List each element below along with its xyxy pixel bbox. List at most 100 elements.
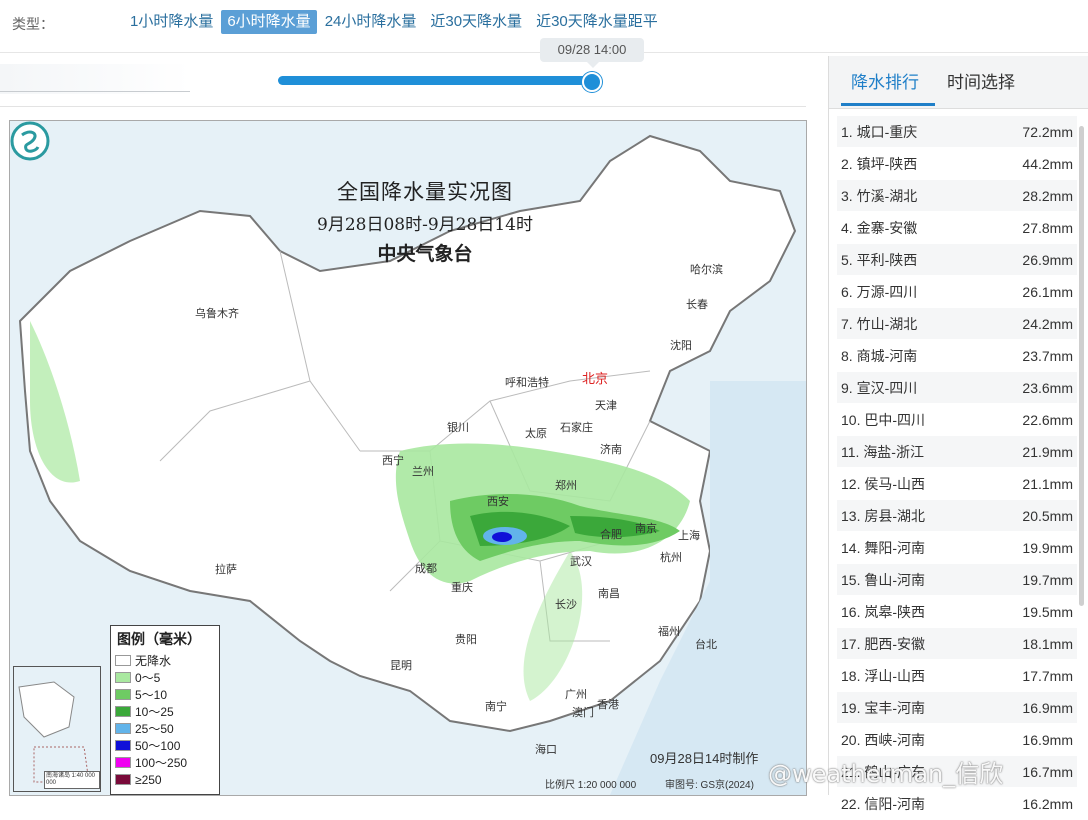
tab-precip-ranking[interactable]: 降水排行	[851, 68, 919, 93]
city-label: 重庆	[451, 582, 473, 594]
city-label: 杭州	[660, 552, 682, 564]
ranking-row[interactable]: 8. 商城-河南 23.7mm	[837, 340, 1077, 372]
station-name: 14. 舞阳-河南	[841, 539, 926, 556]
cma-logo	[10, 121, 50, 161]
station-name: 9. 宣汉-四川	[841, 379, 918, 396]
city-label: 南昌	[598, 588, 620, 600]
map-made-time: 09月28日14时制作	[650, 751, 759, 766]
legend-item: 5～10	[111, 686, 219, 703]
precip-value: 21.1mm	[1022, 475, 1073, 492]
legend-item: ≥250	[111, 771, 219, 788]
city-label: 武汉	[570, 556, 592, 568]
ranking-list: 1. 城口-重庆 72.2mm 2. 镇坪-陕西 44.2mm 3. 竹溪-湖北 28.2…	[837, 116, 1077, 820]
map-organization: 中央气象台	[377, 243, 473, 265]
station-name: 4. 金寨-安徽	[841, 219, 918, 236]
city-label: 海口	[535, 744, 557, 756]
ranking-row[interactable]: 12. 侯马-山西 21.1mm	[837, 468, 1077, 500]
tab-time-select[interactable]: 时间选择	[947, 68, 1015, 93]
city-label: 长沙	[555, 599, 577, 611]
time-slider-handle[interactable]	[582, 72, 602, 92]
station-name: 13. 房县-湖北	[841, 507, 926, 524]
ranking-row[interactable]: 19. 宝丰-河南 16.9mm	[837, 692, 1077, 724]
precip-value: 23.6mm	[1022, 379, 1073, 396]
station-name: 22. 信阳-河南	[841, 795, 926, 812]
city-label: 沈阳	[670, 340, 692, 352]
ranking-row[interactable]: 17. 肥西-安徽 18.1mm	[837, 628, 1077, 660]
time-slider-track[interactable]	[278, 76, 592, 85]
ranking-row[interactable]: 15. 鲁山-河南 19.7mm	[837, 564, 1077, 596]
precip-value: 19.9mm	[1022, 539, 1073, 556]
divider	[0, 106, 806, 107]
map-time-range: 9月28日08时-9月28日14时	[317, 215, 533, 235]
city-label: 上海	[678, 530, 700, 542]
precip-value: 19.7mm	[1022, 571, 1073, 588]
station-name: 15. 鲁山-河南	[841, 571, 926, 588]
ranking-row[interactable]: 14. 舞阳-河南 19.9mm	[837, 532, 1077, 564]
city-label: 呼和浩特	[505, 377, 549, 389]
tab-6h-precip[interactable]: 6小时降水量	[221, 10, 317, 34]
precip-value: 18.1mm	[1022, 635, 1073, 652]
type-tabs: 1小时降水量 6小时降水量 24小时降水量 近30天降水量 近30天降水量距平	[124, 10, 666, 34]
city-label: 哈尔滨	[690, 264, 723, 276]
ranking-row[interactable]: 20. 西峡-河南 16.9mm	[837, 724, 1077, 756]
station-name: 5. 平利-陕西	[841, 251, 918, 268]
ranking-panel: 降水排行 时间选择 1. 城口-重庆 72.2mm 2. 镇坪-陕西 44.2mm 3.…	[828, 56, 1088, 820]
capital-label: 北京	[582, 371, 609, 386]
ranking-row[interactable]: 2. 镇坪-陕西 44.2mm	[837, 148, 1077, 180]
time-slider[interactable]	[278, 72, 602, 92]
legend-item: 50～100	[111, 737, 219, 754]
timeline-left-area	[0, 64, 190, 94]
city-label: 石家庄	[560, 422, 593, 434]
precipitation-map[interactable]: 全国降水量实况图 9月28日08时-9月28日14时 中央气象台 乌鲁木齐 哈尔…	[9, 120, 807, 796]
ranking-row[interactable]: 3. 竹溪-湖北 28.2mm	[837, 180, 1077, 212]
tab-30d-anomaly[interactable]: 近30天降水量距平	[530, 10, 664, 34]
ranking-row[interactable]: 13. 房县-湖北 20.5mm	[837, 500, 1077, 532]
station-name: 6. 万源-四川	[841, 283, 918, 300]
precip-value: 23.7mm	[1022, 347, 1073, 364]
ranking-row[interactable]: 4. 金寨-安徽 27.8mm	[837, 212, 1077, 244]
ranking-row[interactable]: 16. 岚皋-陕西 19.5mm	[837, 596, 1077, 628]
precip-value: 17.7mm	[1022, 667, 1073, 684]
active-tab-indicator	[841, 103, 935, 106]
city-label: 成都	[415, 563, 437, 575]
legend-title: 图例（毫米）	[117, 632, 201, 648]
ranking-row[interactable]: 6. 万源-四川 26.1mm	[837, 276, 1077, 308]
city-label: 太原	[525, 428, 547, 440]
station-name: 16. 岚皋-陕西	[841, 603, 926, 620]
ranking-row[interactable]: 22. 信阳-河南 16.2mm	[837, 788, 1077, 820]
precip-value: 26.1mm	[1022, 283, 1073, 300]
ranking-row[interactable]: 1. 城口-重庆 72.2mm	[837, 116, 1077, 148]
city-label: 南京	[635, 523, 657, 535]
map-review-number: 审图号: GS京(2024)	[665, 780, 754, 791]
city-label: 福州	[658, 626, 680, 638]
legend-item: 25～50	[111, 720, 219, 737]
precip-50-100-area	[492, 532, 512, 542]
tab-30d-precip[interactable]: 近30天降水量	[424, 10, 528, 34]
city-label: 台北	[695, 639, 717, 651]
ranking-row[interactable]: 18. 浮山-山西 17.7mm	[837, 660, 1077, 692]
map-scale: 比例尺 1:20 000 000	[545, 780, 637, 791]
precip-value: 44.2mm	[1022, 155, 1073, 172]
city-label: 银川	[447, 422, 469, 434]
station-name: 1. 城口-重庆	[841, 123, 918, 140]
precip-value: 24.2mm	[1022, 315, 1073, 332]
station-name: 10. 巴中-四川	[841, 411, 926, 428]
station-name: 20. 西峡-河南	[841, 731, 926, 748]
station-name: 17. 肥西-安徽	[841, 635, 926, 652]
ranking-row[interactable]: 7. 竹山-湖北 24.2mm	[837, 308, 1077, 340]
panel-tabs: 降水排行 时间选择	[829, 56, 1088, 109]
city-label: 乌鲁木齐	[195, 308, 239, 320]
ranking-row[interactable]: 9. 宣汉-四川 23.6mm	[837, 372, 1077, 404]
station-name: 11. 海盐-浙江	[841, 443, 924, 460]
city-label: 香港	[597, 699, 619, 711]
tab-1h-precip[interactable]: 1小时降水量	[124, 10, 219, 34]
ranking-scrollbar[interactable]	[1079, 126, 1084, 606]
ranking-row[interactable]: 11. 海盐-浙江 21.9mm	[837, 436, 1077, 468]
city-label: 济南	[600, 444, 622, 456]
precip-value: 22.6mm	[1022, 411, 1073, 428]
ranking-row[interactable]: 10. 巴中-四川 22.6mm	[837, 404, 1077, 436]
tab-24h-precip[interactable]: 24小时降水量	[319, 10, 423, 34]
precip-value: 20.5mm	[1022, 507, 1073, 524]
ranking-row[interactable]: 5. 平利-陕西 26.9mm	[837, 244, 1077, 276]
map-title: 全国降水量实况图	[337, 180, 513, 204]
